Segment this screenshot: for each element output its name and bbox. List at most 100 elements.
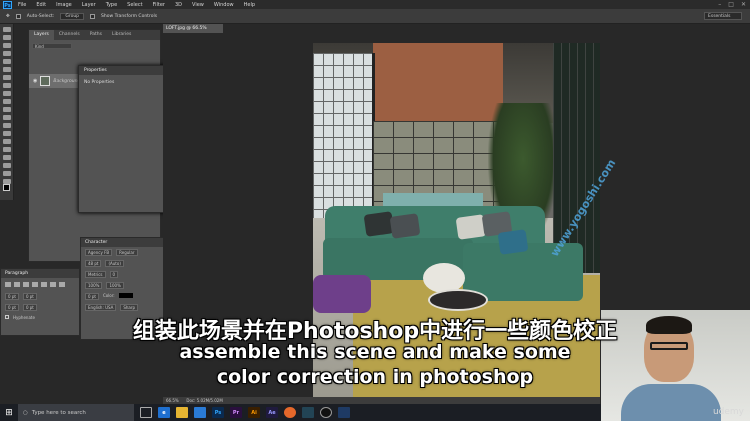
healing-tool-icon[interactable]	[2, 75, 11, 80]
visibility-eye-icon[interactable]: ◉	[33, 78, 37, 84]
options-bar: ✥ Auto-Select: Group Show Transform Cont…	[0, 9, 750, 24]
alignment-buttons	[1, 278, 79, 291]
auto-select-checkbox[interactable]	[15, 13, 21, 19]
menu-select[interactable]: Select	[123, 2, 146, 8]
tab-layers[interactable]: Layers	[29, 30, 54, 40]
font-family-select[interactable]: Agency FB	[85, 249, 113, 256]
font-style-select[interactable]: Regular	[116, 249, 138, 256]
tab-libraries[interactable]: Libraries	[107, 30, 136, 40]
maximize-icon[interactable]: □	[728, 1, 734, 8]
udemy-logo: udemy	[712, 407, 744, 417]
menu-view[interactable]: View	[188, 2, 208, 8]
subtitle-english-line-1: assemble this scene and make some	[179, 341, 571, 363]
menu-layer[interactable]: Layer	[78, 2, 100, 8]
align-right-icon[interactable]	[23, 282, 29, 287]
blur-tool-icon[interactable]	[2, 123, 11, 128]
history-brush-tool-icon[interactable]	[2, 99, 11, 104]
justify-center-icon[interactable]	[41, 282, 47, 287]
hand-tool-icon[interactable]	[2, 171, 11, 176]
eraser-tool-icon[interactable]	[2, 107, 11, 112]
move-tool-icon[interactable]	[2, 27, 11, 32]
photoshop-icon[interactable]: Ps	[212, 407, 224, 418]
vertical-scale-field[interactable]: 100%	[85, 282, 103, 289]
document-tab[interactable]: LOFT.jpg @ 66.5% (RGB/8#)	[163, 24, 223, 40]
align-center-icon[interactable]	[14, 282, 20, 287]
color-swatches[interactable]	[3, 184, 13, 196]
kerning-field[interactable]: Metrics	[85, 271, 106, 278]
pen-tool-icon[interactable]	[2, 139, 11, 144]
move-tool-icon[interactable]: ✥	[6, 14, 10, 19]
status-bar: 66.5% Doc: 5.02M/5.02M	[163, 397, 600, 404]
file-explorer-icon[interactable]	[176, 407, 188, 418]
indent-left-field[interactable]: 0 pt	[5, 293, 19, 300]
menu-filter[interactable]: Filter	[149, 2, 169, 8]
menu-help[interactable]: Help	[240, 2, 259, 8]
tab-paths[interactable]: Paths	[85, 30, 107, 40]
minimize-icon[interactable]: –	[718, 1, 721, 8]
space-after-field[interactable]: 0 pt	[22, 304, 37, 311]
windows-taskbar: ⊞ ○ Type here to search e Ps Pr Ai Ae	[0, 404, 601, 421]
brush-tool-icon[interactable]	[2, 83, 11, 88]
quick-select-tool-icon[interactable]	[2, 51, 11, 56]
cinema4d-icon[interactable]	[338, 407, 350, 418]
edge-icon[interactable]: e	[158, 407, 170, 418]
text-color-swatch[interactable]	[118, 293, 133, 298]
menu-file[interactable]: File	[14, 2, 30, 8]
space-before-field[interactable]: 0 pt	[5, 304, 19, 311]
gradient-tool-icon[interactable]	[2, 115, 11, 120]
tab-channels[interactable]: Channels	[54, 30, 85, 40]
after-effects-icon[interactable]: Ae	[266, 407, 278, 418]
align-left-icon[interactable]	[5, 282, 11, 287]
indent-right-field[interactable]: 0 pt	[22, 293, 37, 300]
baseline-shift-field[interactable]: 0 pt	[85, 293, 99, 300]
store-icon[interactable]	[194, 407, 206, 418]
leading-field[interactable]: (Auto)	[105, 260, 124, 267]
camera-raw-icon[interactable]	[302, 407, 314, 418]
font-size-field[interactable]: 48 pt	[85, 260, 102, 267]
premiere-icon[interactable]: Pr	[230, 407, 242, 418]
path-select-tool-icon[interactable]	[2, 155, 11, 160]
antialias-select[interactable]: Sharp	[120, 304, 139, 311]
layer-filter-input[interactable]: Kind	[32, 43, 72, 49]
type-tool-icon[interactable]	[2, 147, 11, 152]
justify-right-icon[interactable]	[50, 282, 56, 287]
unreal-icon[interactable]	[320, 407, 332, 418]
foreground-color-swatch[interactable]	[3, 184, 10, 191]
menu-window[interactable]: Window	[210, 2, 238, 8]
language-select[interactable]: English: USA	[85, 304, 117, 311]
menu-edit[interactable]: Edit	[32, 2, 50, 8]
horizontal-scale-field[interactable]: 100%	[106, 282, 124, 289]
layer-name: Background	[53, 78, 81, 84]
auto-select-dropdown[interactable]: Group	[60, 12, 85, 20]
zoom-level[interactable]: 66.5%	[166, 398, 179, 403]
layer-thumbnail	[40, 76, 51, 86]
eyedropper-tool-icon[interactable]	[2, 67, 11, 72]
shape-tool-icon[interactable]	[2, 163, 11, 168]
lasso-tool-icon[interactable]	[2, 43, 11, 48]
auto-select-label: Auto-Select:	[26, 13, 55, 19]
menu-bar: Ps File Edit Image Layer Type Select Fil…	[0, 0, 750, 9]
clone-stamp-tool-icon[interactable]	[2, 91, 11, 96]
menu-3d[interactable]: 3D	[171, 2, 186, 8]
transform-controls-checkbox[interactable]	[90, 13, 96, 19]
marquee-tool-icon[interactable]	[2, 35, 11, 40]
character-panel-title[interactable]: Character	[81, 238, 163, 247]
doc-size-info: Doc: 5.02M/5.02M	[186, 398, 223, 403]
task-view-icon[interactable]	[140, 407, 152, 418]
window-controls: – □ ✕	[718, 1, 746, 8]
menu-image[interactable]: Image	[52, 2, 76, 8]
close-icon[interactable]: ✕	[741, 1, 746, 8]
menu-type[interactable]: Type	[102, 2, 121, 8]
paragraph-panel-title[interactable]: Paragraph	[1, 269, 79, 278]
illustrator-icon[interactable]: Ai	[248, 407, 260, 418]
justify-left-icon[interactable]	[32, 282, 38, 287]
windows-start-icon[interactable]: ⊞	[0, 404, 18, 421]
toolbox	[0, 24, 14, 200]
dodge-tool-icon[interactable]	[2, 131, 11, 136]
firefox-icon[interactable]	[284, 407, 296, 418]
crop-tool-icon[interactable]	[2, 59, 11, 64]
taskbar-search[interactable]: ○ Type here to search	[18, 404, 134, 421]
workspace-dropdown[interactable]: Essentials	[704, 12, 742, 20]
tracking-field[interactable]: 0	[109, 271, 119, 278]
justify-all-icon[interactable]	[59, 282, 65, 287]
